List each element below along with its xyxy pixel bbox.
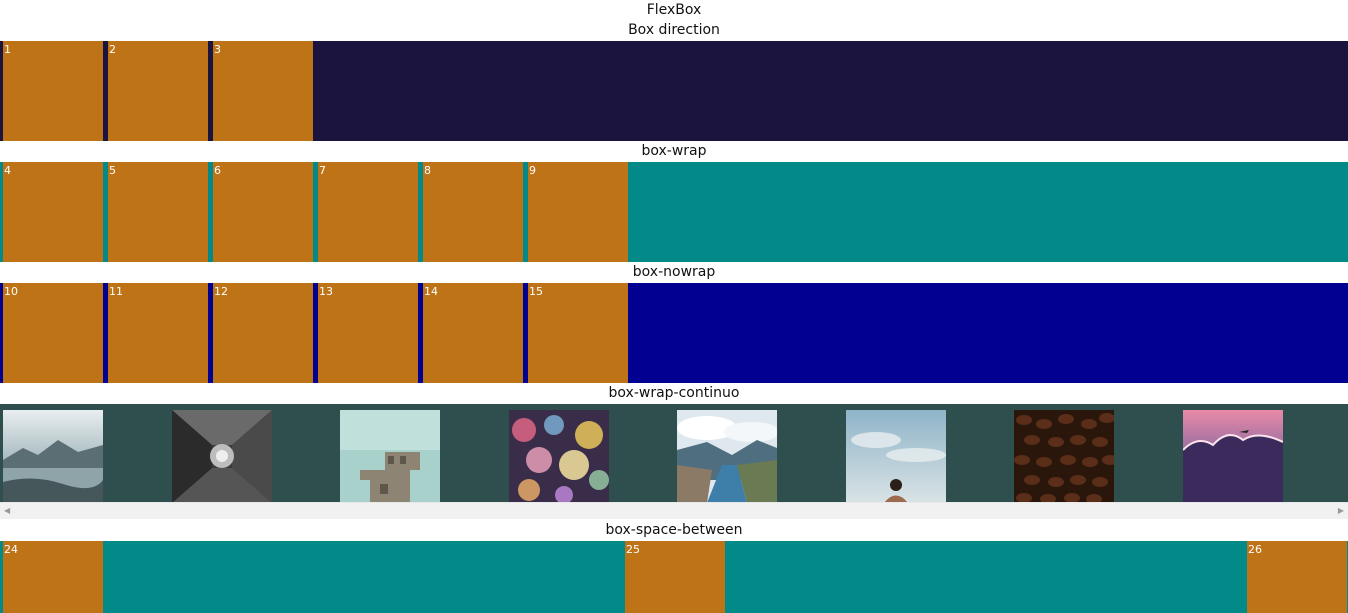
flex-box: 7 [318,162,418,262]
flex-box: 26 [1247,541,1347,613]
mountain-lake-photo [3,410,103,503]
bokeh-lights-photo [508,410,609,503]
person-sky-photo [845,410,946,503]
nowrap-container: 10 11 12 13 14 15 [0,283,1348,383]
ruined-building-photo [340,410,441,503]
wrap-container: 4 5 6 7 8 9 [0,162,1348,262]
page-title: FlexBox [646,2,702,18]
section-title-direction: Box direction [628,22,720,38]
coffee-beans-photo [1014,410,1115,503]
flex-box: 3 [213,41,313,141]
flex-box: 10 [3,283,103,383]
flex-box: 1 [3,41,103,141]
fjord-landscape-photo [677,410,778,503]
flex-box: 15 [528,283,628,383]
flex-box: 24 [3,541,103,613]
section-title-nowrap: box-nowrap [632,264,716,280]
section-title-between: box-space-between [605,522,743,538]
scroll-right-icon[interactable]: ▶ [1338,507,1344,515]
scroll-left-icon[interactable]: ◀ [4,507,10,515]
architecture-ceiling-photo [171,410,272,503]
pink-clouds-plane-photo [1182,410,1283,503]
flex-box: 9 [528,162,628,262]
flex-box: 12 [213,283,313,383]
flex-box: 5 [108,162,208,262]
direction-container: 1 2 3 [0,41,1348,141]
flex-box: 2 [108,41,208,141]
section-title-gallery: box-wrap-continuo [608,385,740,401]
flex-box: 6 [213,162,313,262]
flex-box: 25 [625,541,725,613]
space-between-container: 24 25 26 [0,541,1348,613]
flex-box: 11 [108,283,208,383]
flex-box: 8 [423,162,523,262]
gallery-row [0,404,1348,503]
flex-box: 13 [318,283,418,383]
horizontal-scrollbar[interactable]: ◀ ▶ [0,502,1348,519]
flex-box: 4 [3,162,103,262]
flex-box: 14 [423,283,523,383]
section-title-wrap: box-wrap [641,143,707,159]
gallery-scroll-container[interactable]: ◀ ▶ [0,404,1348,519]
